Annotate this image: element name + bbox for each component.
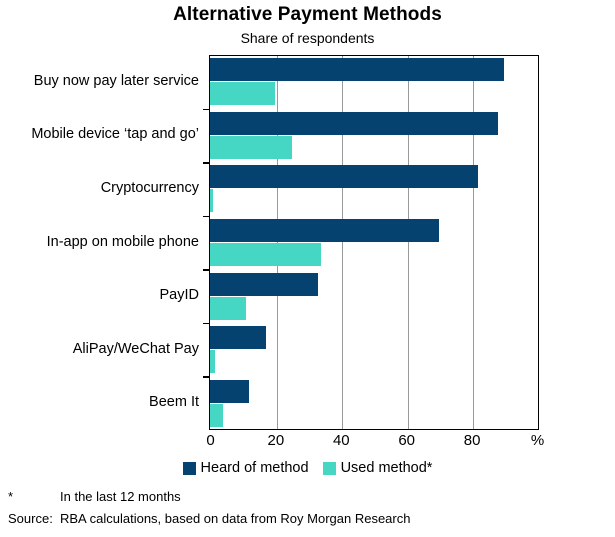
y-category-label-3: In-app on mobile phone bbox=[46, 233, 199, 250]
bar-used-4 bbox=[210, 296, 246, 320]
y-axis-category-labels: Buy now pay later service Mobile device ‘… bbox=[0, 55, 203, 430]
footnote-row-0: * In the last 12 months bbox=[8, 489, 608, 504]
x-axis-tick-labels: 0 20 40 60 80% bbox=[0, 432, 615, 452]
bar-heard-3 bbox=[210, 219, 439, 242]
legend-item-1: Used method* bbox=[322, 460, 433, 476]
footnote-row-1: Source: RBA calculations, based on data f… bbox=[8, 511, 608, 526]
chart-legend: Heard of method Used method* bbox=[0, 458, 615, 478]
x-tick-label-2: 40 bbox=[332, 432, 350, 449]
footnotes: * In the last 12 months Source: RBA calcula… bbox=[8, 489, 608, 533]
bar-heard-2 bbox=[210, 165, 479, 189]
bar-used-3 bbox=[210, 243, 322, 266]
x-tick-label-0: 0 bbox=[206, 432, 215, 449]
bar-used-0 bbox=[210, 82, 276, 106]
bar-heard-5 bbox=[210, 326, 266, 350]
y-category-label-0: Buy now pay later service bbox=[33, 72, 199, 89]
chart-subtitle: Share of respondents bbox=[240, 30, 375, 46]
x-tick-label-4: 80 bbox=[463, 432, 481, 449]
y-category-label-4: PayID bbox=[159, 287, 200, 304]
x-tick-label-3: 60 bbox=[398, 432, 416, 449]
bar-series-container bbox=[210, 56, 538, 429]
bar-used-2 bbox=[210, 189, 214, 213]
legend-item-0: Heard of method bbox=[182, 460, 309, 476]
y-category-label-6: Beem It bbox=[149, 394, 199, 411]
chart-figure: Alternative Payment Methods Share of res… bbox=[0, 0, 615, 537]
bar-used-1 bbox=[210, 135, 292, 159]
legend-swatch-1 bbox=[322, 461, 336, 475]
y-category-label-5: AliPay/WeChat Pay bbox=[72, 340, 199, 357]
plot-area bbox=[209, 55, 539, 430]
x-tick-label-1: 20 bbox=[267, 432, 285, 449]
bar-heard-4 bbox=[210, 272, 318, 296]
footnote-text-1: RBA calculations, based on data from Roy… bbox=[60, 511, 411, 526]
bar-heard-6 bbox=[210, 379, 250, 403]
legend-label-0: Heard of method bbox=[200, 460, 309, 476]
footnote-marker-0: * bbox=[8, 489, 14, 504]
bar-used-5 bbox=[210, 350, 215, 374]
footnote-text-0: In the last 12 months bbox=[60, 489, 181, 504]
legend-swatch-0 bbox=[182, 461, 196, 475]
x-tick-label-5: % bbox=[530, 432, 545, 449]
footnote-marker-1: Source: bbox=[8, 511, 53, 526]
legend-label-1: Used method* bbox=[340, 460, 433, 476]
bar-heard-0 bbox=[210, 58, 505, 82]
chart-title: Alternative Payment Methods bbox=[173, 4, 442, 25]
y-category-label-1: Mobile device ‘tap and go’ bbox=[31, 126, 199, 143]
bar-heard-1 bbox=[210, 111, 498, 135]
bar-used-6 bbox=[210, 403, 224, 427]
y-category-label-2: Cryptocurrency bbox=[100, 179, 199, 196]
